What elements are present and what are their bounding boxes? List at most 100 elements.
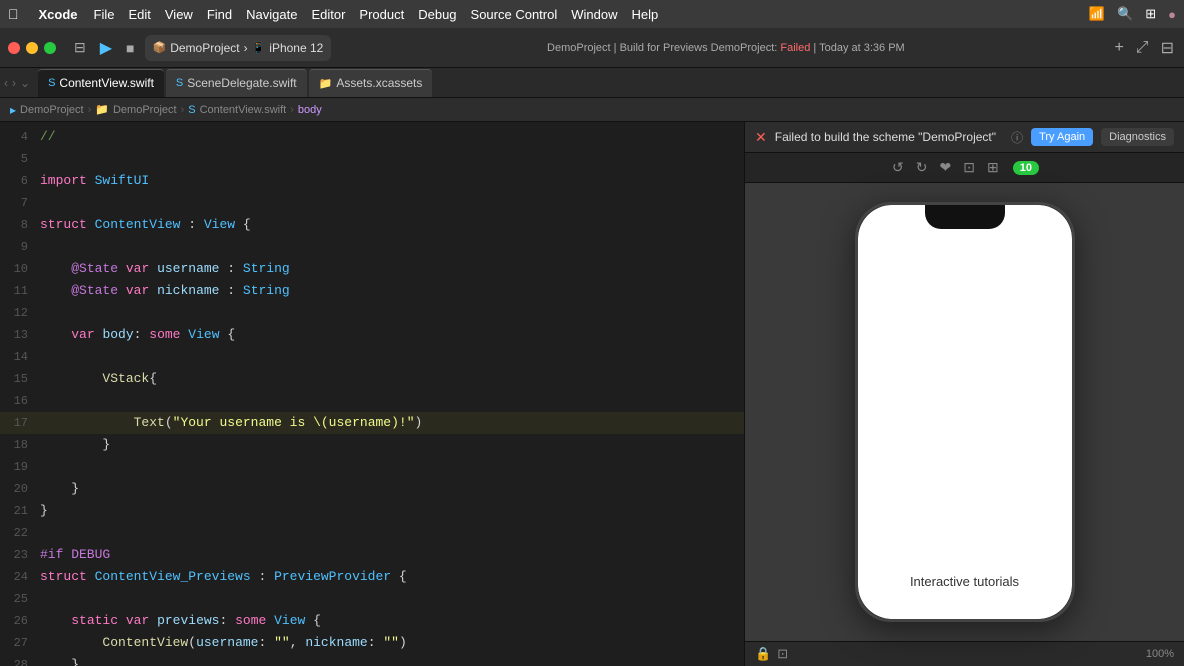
swift-file-icon-2: S — [176, 77, 183, 89]
code-line-15: 15 VStack{ — [0, 368, 744, 390]
try-again-button[interactable]: Try Again — [1031, 128, 1093, 146]
menu-find[interactable]: Find — [207, 7, 232, 22]
preview-tool-btn-1[interactable]: ↺ — [890, 157, 906, 178]
split-editor-button[interactable]: ⤢ — [1134, 37, 1151, 59]
code-line-23: 23 #if DEBUG — [0, 544, 744, 566]
minimize-button[interactable] — [26, 42, 38, 54]
code-line-14: 14 — [0, 346, 744, 368]
sidebar-toggle-button[interactable]: ⊟ — [70, 37, 90, 58]
build-status: DemoProject | Build for Previews DemoPro… — [345, 42, 1106, 54]
user-avatar-icon: ● — [1168, 7, 1176, 22]
preview-panel: ✕ Failed to build the scheme "DemoProjec… — [744, 122, 1184, 666]
code-line-17: 17 Text("Your username is \(username)!") — [0, 412, 744, 434]
code-line-7: 7 — [0, 192, 744, 214]
toolbar-right: + ⤢ ⊟ — [1112, 36, 1176, 60]
menu-view[interactable]: View — [165, 7, 193, 22]
stop-button[interactable]: ■ — [122, 38, 138, 58]
diagnostics-button[interactable]: Diagnostics — [1101, 128, 1174, 146]
preview-bottom-left: 🔒 ⊡ — [755, 646, 788, 662]
nav-expand-button[interactable]: ⌄ — [20, 76, 30, 90]
code-lines: 4 // 5 6 import SwiftUI 7 8 struct Conte… — [0, 122, 744, 666]
info-icon: ⓘ — [1011, 129, 1023, 146]
preview-inspect-button[interactable]: ⊡ — [777, 646, 788, 662]
nav-forward-button[interactable]: › — [12, 76, 16, 90]
swift-file-icon: S — [48, 77, 55, 89]
code-line-12: 12 — [0, 302, 744, 324]
preview-area: Interactive tutorials — [745, 183, 1184, 641]
menu-debug[interactable]: Debug — [418, 7, 456, 22]
nav-arrows: ‹ › ⌄ — [4, 76, 30, 90]
error-text: Failed to build the scheme "DemoProject" — [775, 130, 1003, 144]
code-line-13: 13 var body: some View { — [0, 324, 744, 346]
breadcrumb-folder-icon: 📁 — [95, 103, 109, 116]
breadcrumb-file-icon: S — [188, 104, 195, 116]
menu-product[interactable]: Product — [359, 7, 404, 22]
phone-screen: Interactive tutorials — [858, 205, 1072, 619]
code-line-28: 28 } — [0, 654, 744, 666]
close-button[interactable] — [8, 42, 20, 54]
preview-bottom-bar: 🔒 ⊡ 100% — [745, 641, 1184, 666]
breadcrumb-symbol[interactable]: body — [298, 104, 322, 116]
app-name: Xcode — [39, 7, 78, 22]
menu-help[interactable]: Help — [632, 7, 659, 22]
menu-window[interactable]: Window — [571, 7, 617, 22]
menu-navigate[interactable]: Navigate — [246, 7, 297, 22]
code-line-10: 10 @State var username : String — [0, 258, 744, 280]
menu-editor[interactable]: Editor — [311, 7, 345, 22]
menu-bar:  Xcode File Edit View Find Navigate Edi… — [0, 0, 1184, 28]
code-line-16: 16 — [0, 390, 744, 412]
zoom-level: 100% — [1146, 648, 1174, 660]
search-menubar-icon: 🔍 — [1117, 6, 1133, 22]
code-line-9: 9 — [0, 236, 744, 258]
breadcrumb-project-icon: ▸ — [10, 103, 16, 117]
build-failed-text: Failed — [780, 42, 810, 54]
preview-lock-button[interactable]: 🔒 — [755, 646, 771, 662]
code-line-20: 20 } — [0, 478, 744, 500]
menu-right: 📶 🔍 ⊞ ● — [1089, 6, 1176, 22]
menu-items: File Edit View Find Navigate Editor Prod… — [94, 7, 659, 22]
code-line-5: 5 — [0, 148, 744, 170]
tab-label-2: SceneDelegate.swift — [187, 76, 296, 90]
preview-tool-btn-4[interactable]: ⊞ — [985, 157, 1001, 178]
maximize-button[interactable] — [44, 42, 56, 54]
code-editor[interactable]: 4 // 5 6 import SwiftUI 7 8 struct Conte… — [0, 122, 744, 666]
build-time-text: | Today at 3:36 PM — [810, 42, 904, 54]
tab-assets-xcassets[interactable]: 📁 Assets.xcassets — [309, 69, 433, 97]
code-line-6: 6 import SwiftUI — [0, 170, 744, 192]
device-icon: 📱 — [252, 41, 266, 54]
phone-notch — [925, 205, 1005, 229]
preview-tool-btn-2[interactable]: ↻ — [914, 157, 930, 178]
tab-scenedelegate-swift[interactable]: S SceneDelegate.swift — [166, 69, 307, 97]
add-tab-button[interactable]: + — [1112, 37, 1125, 59]
phone-mockup: Interactive tutorials — [855, 202, 1075, 622]
code-line-18: 18 } — [0, 434, 744, 456]
run-button[interactable]: ▶ — [96, 36, 116, 60]
code-line-4: 4 // — [0, 126, 744, 148]
menu-source-control[interactable]: Source Control — [471, 7, 558, 22]
nav-back-button[interactable]: ‹ — [4, 76, 8, 90]
breadcrumb-folder[interactable]: DemoProject — [113, 104, 177, 116]
scheme-name: DemoProject — [170, 41, 239, 55]
code-line-24: 24 struct ContentView_Previews : Preview… — [0, 566, 744, 588]
preview-badge: 10 — [1013, 161, 1039, 175]
tab-label: ContentView.swift — [59, 76, 154, 90]
device-name: iPhone 12 — [269, 41, 323, 55]
breadcrumb-file[interactable]: ContentView.swift — [200, 104, 287, 116]
preview-heart-btn[interactable]: ❤ — [938, 157, 954, 178]
menu-edit[interactable]: Edit — [128, 7, 150, 22]
breadcrumb-project[interactable]: DemoProject — [20, 104, 84, 116]
scheme-selector[interactable]: 📦 DemoProject › 📱 iPhone 12 — [145, 35, 332, 61]
build-status-text: DemoProject | Build for Previews DemoPro… — [547, 42, 780, 54]
code-line-11: 11 @State var nickname : String — [0, 280, 744, 302]
code-line-19: 19 — [0, 456, 744, 478]
error-icon: ✕ — [755, 129, 767, 146]
inspector-toggle-button[interactable]: ⊟ — [1159, 36, 1176, 60]
chevron-right-icon: › — [244, 41, 248, 55]
code-line-25: 25 — [0, 588, 744, 610]
breadcrumb-sep-1: › — [88, 104, 92, 116]
interactive-tutorials-label: Interactive tutorials — [910, 574, 1019, 589]
preview-tool-btn-3[interactable]: ⊡ — [961, 157, 977, 178]
menu-file[interactable]: File — [94, 7, 115, 22]
tab-contentview-swift[interactable]: S ContentView.swift — [38, 69, 164, 97]
tab-bar: ‹ › ⌄ S ContentView.swift S SceneDelegat… — [0, 68, 1184, 98]
